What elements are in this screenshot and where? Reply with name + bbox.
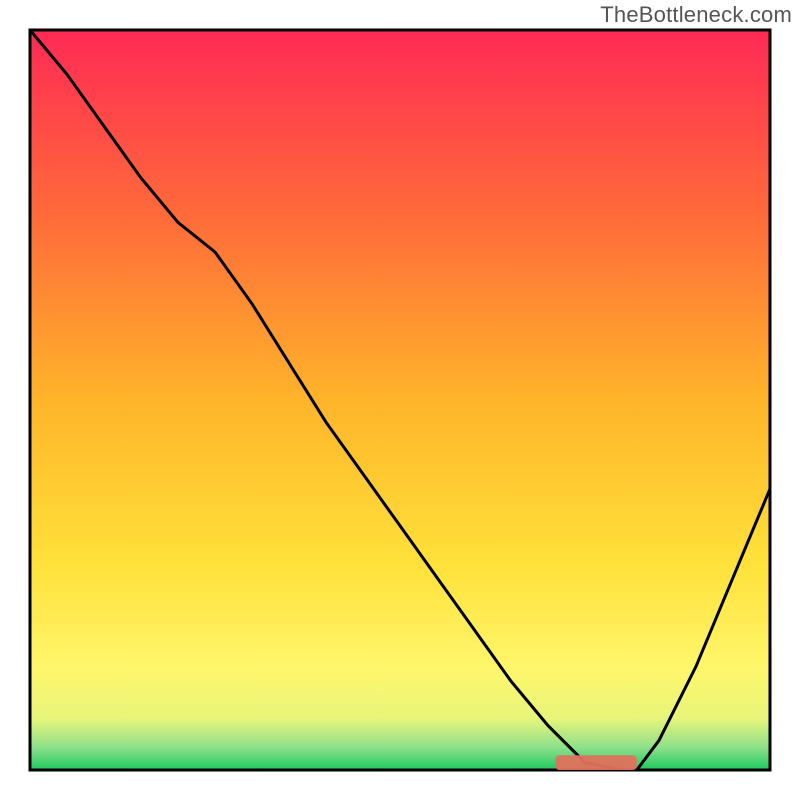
plot-background [30,30,770,770]
optimal-range-marker [555,755,636,770]
watermark-text: TheBottleneck.com [600,2,792,28]
bottleneck-chart [0,0,800,800]
chart-container: TheBottleneck.com [0,0,800,800]
